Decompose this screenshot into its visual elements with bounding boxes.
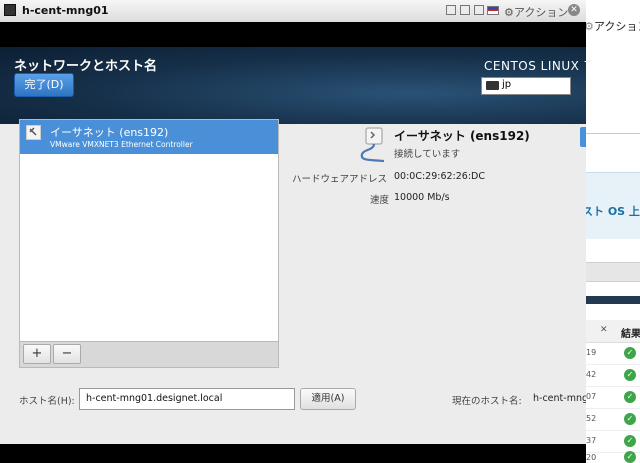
result-column-header[interactable]: 結果	[621, 325, 640, 340]
fullscreen-icon[interactable]	[446, 5, 456, 15]
table-header-bar	[586, 296, 640, 304]
check-icon: ✓	[624, 391, 636, 403]
gear-icon: ⚙	[586, 20, 594, 33]
console-title: h-cent-mng01	[22, 4, 109, 17]
action-menu-label: アクション	[513, 6, 569, 19]
hostname-input[interactable]: h-cent-mng01.designet.local	[79, 388, 295, 410]
bottom-black-bar	[0, 444, 586, 463]
console-title-bar: h-cent-mng01 ⚙アクション ✕	[0, 0, 586, 23]
row-value: 37	[586, 436, 597, 445]
spoke-header: ネットワークとホスト名 完了(D) CENTOS LINUX 7 の jp	[0, 47, 586, 124]
add-device-button[interactable]: +	[23, 344, 51, 364]
check-icon: ✓	[624, 413, 636, 425]
row-value: 42	[586, 370, 597, 379]
console-app-icon	[4, 4, 16, 16]
keyboard-icon	[486, 81, 499, 90]
row-value: 52	[586, 414, 597, 423]
close-icon[interactable]: ✕	[568, 4, 580, 16]
device-list: イーサネット (ens192) VMware VMXNET3 Ethernet …	[19, 119, 279, 342]
toolbar-strip	[586, 262, 640, 282]
hardware-address-label: ハードウェアアドレス	[292, 174, 388, 185]
current-hostname-label: 現在のホスト名:	[452, 396, 522, 407]
done-button[interactable]: 完了(D)	[14, 73, 74, 97]
sort-icon[interactable]: ✕	[600, 325, 608, 335]
flag-icon[interactable]	[487, 6, 499, 15]
hardware-address-value: 00:0C:29:62:26:DC	[394, 171, 485, 182]
keyboard-layout-indicator[interactable]: jp	[481, 77, 571, 95]
remove-device-button[interactable]: −	[53, 344, 81, 364]
row-value: 19	[586, 348, 597, 357]
network-wired-icon	[26, 125, 41, 140]
background-action-menu[interactable]: ⚙アクション	[586, 18, 640, 34]
row-value: 07	[586, 392, 597, 401]
background-action-label: アクション	[593, 20, 640, 33]
gear-icon: ⚙	[504, 6, 514, 19]
page-title: ネットワークとホスト名	[14, 59, 158, 74]
top-black-bar	[0, 22, 586, 47]
device-subtitle: VMware VMXNET3 Ethernet Controller	[50, 140, 193, 149]
window-icon[interactable]	[460, 5, 470, 15]
speed-label: 速度	[370, 195, 390, 206]
guest-os-text: スト OS 上で	[586, 205, 640, 218]
check-icon: ✓	[624, 369, 636, 381]
installer-screen: ネットワークとホスト名 完了(D) CENTOS LINUX 7 の jp イー…	[0, 22, 586, 463]
keyboard-icon[interactable]	[474, 5, 484, 15]
device-list-toolbar: + −	[19, 342, 279, 368]
connection-status: 接続しています	[394, 149, 461, 160]
check-icon: ✓	[624, 435, 636, 447]
row-value: 20	[586, 453, 597, 462]
check-icon: ✓	[624, 347, 636, 359]
speed-value: 10000 Mb/s	[394, 192, 450, 203]
divider	[586, 133, 640, 134]
check-icon: ✓	[624, 451, 636, 463]
action-menu[interactable]: ⚙アクション	[504, 4, 568, 20]
background-console-panel: ⚙アクション スト OS 上で ✕ 結果 19 ✓ 42 ✓ 07 ✓ 52 ✓…	[586, 0, 640, 463]
list-item[interactable]: イーサネット (ens192) VMware VMXNET3 Ethernet …	[20, 120, 278, 154]
keyboard-layout-label: jp	[502, 79, 512, 90]
device-name: イーサネット (ens192)	[50, 126, 169, 139]
hostname-label: ホスト名(H):	[19, 396, 75, 407]
network-wired-icon	[354, 127, 388, 163]
current-hostname-value: h-cent-mng0	[533, 393, 586, 404]
apply-button[interactable]: 適用(A)	[300, 388, 356, 410]
product-name: CENTOS LINUX 7 の	[484, 59, 586, 73]
device-detail-name: イーサネット (ens192)	[394, 129, 530, 143]
